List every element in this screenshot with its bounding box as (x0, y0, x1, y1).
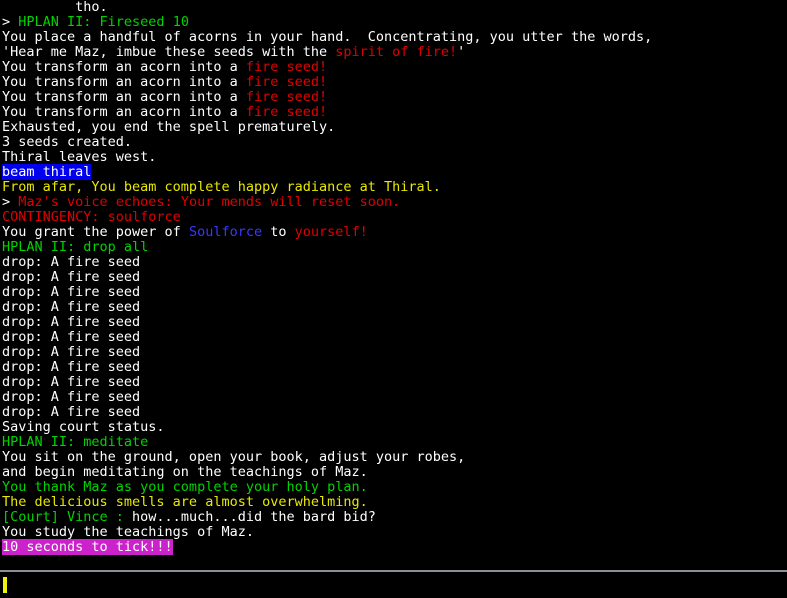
terminal-line: [Court] Vince : how...much...did the bar… (0, 510, 787, 525)
terminal-text-segment: Soulforce (188, 224, 263, 240)
terminal-line: You transform an acorn into a fire seed! (0, 105, 787, 120)
terminal-text-segment: Thiral leaves west. (2, 149, 157, 165)
terminal-text-segment: yourself! (294, 224, 368, 240)
terminal-text-segment: spirit of fire! (335, 44, 458, 60)
terminal-text-segment: and begin meditating on the teachings of… (2, 464, 368, 480)
terminal-line: You study the teachings of Maz. (0, 525, 787, 540)
terminal-text-segment: Saving court status. (2, 419, 165, 435)
terminal-text-segment: Exhausted, you end the spell prematurely… (2, 119, 336, 135)
terminal-window: tho. > HPLAN II: Fireseed 10 You place a h… (0, 0, 787, 598)
terminal-text-segment: You place a handful of acorns in your ha… (2, 29, 653, 45)
terminal-text-segment: drop: A fire seed (2, 344, 141, 360)
terminal-text-segment: beam thiral (2, 164, 92, 180)
terminal-line: drop: A fire seed (0, 330, 787, 345)
terminal-text-segment: The delicious smells are almost overwhel… (2, 494, 368, 510)
terminal-line: drop: A fire seed (0, 315, 787, 330)
terminal-text-segment: drop: A fire seed (2, 284, 141, 300)
terminal-text-segment: > (2, 14, 19, 30)
terminal-line: CONTINGENCY: soulforce (0, 210, 787, 225)
terminal-line: Exhausted, you end the spell prematurely… (0, 120, 787, 135)
terminal-text-segment: drop: A fire seed (2, 329, 141, 345)
terminal-text-segment: ' (457, 44, 466, 60)
terminal-text-segment: > (2, 194, 19, 210)
terminal-line: drop: A fire seed (0, 345, 787, 360)
terminal-text-segment: drop: A fire seed (2, 254, 141, 270)
terminal-text-segment: drop: A fire seed (2, 299, 141, 315)
terminal-text-segment: HPLAN II: meditate (2, 434, 149, 450)
terminal-text-segment: how...much...did the bard bid? (132, 509, 376, 525)
terminal-line: drop: A fire seed (0, 375, 787, 390)
terminal-line: You transform an acorn into a fire seed! (0, 90, 787, 105)
terminal-line: You transform an acorn into a fire seed! (0, 75, 787, 90)
terminal-text-segment: You sit on the ground, open your book, a… (2, 449, 466, 465)
terminal-text-segment: fire seed! (245, 59, 328, 75)
terminal-line: HPLAN II: meditate (0, 435, 787, 450)
terminal-line: Saving court status. (0, 420, 787, 435)
terminal-line: You sit on the ground, open your book, a… (0, 450, 787, 465)
terminal-line: drop: A fire seed (0, 360, 787, 375)
terminal-line: 'Hear me Maz, imbue these seeds with the… (0, 45, 787, 60)
terminal-text-segment: Maz's voice echoes: Your mends will rese… (18, 194, 401, 210)
terminal-text-segment: tho. (2, 0, 108, 15)
terminal-line: drop: A fire seed (0, 270, 787, 285)
terminal-text-segment: HPLAN II: Fireseed 10 (18, 14, 189, 30)
terminal-line: drop: A fire seed (0, 300, 787, 315)
terminal-line: 3 seeds created. (0, 135, 787, 150)
terminal-text-segment: HPLAN II: drop all (2, 239, 149, 255)
terminal-line: drop: A fire seed (0, 285, 787, 300)
terminal-text-segment: fire seed! (245, 89, 328, 105)
terminal-line: drop: A fire seed (0, 390, 787, 405)
terminal-text-segment: You thank Maz as you complete your holy … (2, 479, 368, 495)
terminal-text-segment: 10 seconds to tick!!! (2, 539, 173, 555)
terminal-text-segment: From afar, You beam complete happy radia… (2, 179, 441, 195)
terminal-text-segment: 3 seeds created. (2, 134, 133, 150)
terminal-text-segment: [Court] Vince : (2, 509, 133, 525)
terminal-text-segment: You transform an acorn into a (2, 104, 246, 120)
terminal-line: HPLAN II: drop all (0, 240, 787, 255)
terminal-line: From afar, You beam complete happy radia… (0, 180, 787, 195)
terminal-text-segment: fire seed! (245, 104, 328, 120)
terminal-line: drop: A fire seed (0, 255, 787, 270)
terminal-output-pane[interactable]: tho. > HPLAN II: Fireseed 10 You place a h… (0, 0, 787, 570)
terminal-line: You grant the power of Soulforce to your… (0, 225, 787, 240)
terminal-text-segment: drop: A fire seed (2, 269, 141, 285)
text-cursor (3, 577, 7, 593)
command-input-pane[interactable] (0, 572, 787, 598)
terminal-line: > HPLAN II: Fireseed 10 (0, 15, 787, 30)
terminal-text-segment: fire seed! (245, 74, 328, 90)
terminal-text-segment: drop: A fire seed (2, 374, 141, 390)
terminal-line: 10 seconds to tick!!! (0, 539, 787, 555)
terminal-text-segment: You grant the power of (2, 224, 189, 240)
command-input-line[interactable] (3, 577, 7, 593)
terminal-line: You place a handful of acorns in your ha… (0, 30, 787, 45)
terminal-line: beam thiral (0, 164, 787, 180)
terminal-line: and begin meditating on the teachings of… (0, 465, 787, 480)
terminal-text-segment: CONTINGENCY: soulforce (2, 209, 181, 225)
terminal-text-segment: You study the teachings of Maz. (2, 524, 254, 540)
terminal-text-segment: You transform an acorn into a (2, 74, 246, 90)
terminal-line: You thank Maz as you complete your holy … (0, 480, 787, 495)
terminal-text-segment: drop: A fire seed (2, 314, 141, 330)
terminal-line: You transform an acorn into a fire seed! (0, 60, 787, 75)
terminal-text-segment: drop: A fire seed (2, 389, 141, 405)
terminal-text-segment: to (262, 224, 295, 240)
terminal-line: Thiral leaves west. (0, 150, 787, 165)
terminal-line: > Maz's voice echoes: Your mends will re… (0, 195, 787, 210)
terminal-text-segment: drop: A fire seed (2, 404, 141, 420)
terminal-line: drop: A fire seed (0, 405, 787, 420)
terminal-line: tho. (0, 0, 787, 15)
terminal-line: The delicious smells are almost overwhel… (0, 495, 787, 510)
terminal-text-segment: drop: A fire seed (2, 359, 141, 375)
terminal-text-segment: You transform an acorn into a (2, 59, 246, 75)
terminal-text-segment: You transform an acorn into a (2, 89, 246, 105)
terminal-text-segment: 'Hear me Maz, imbue these seeds with the (2, 44, 336, 60)
